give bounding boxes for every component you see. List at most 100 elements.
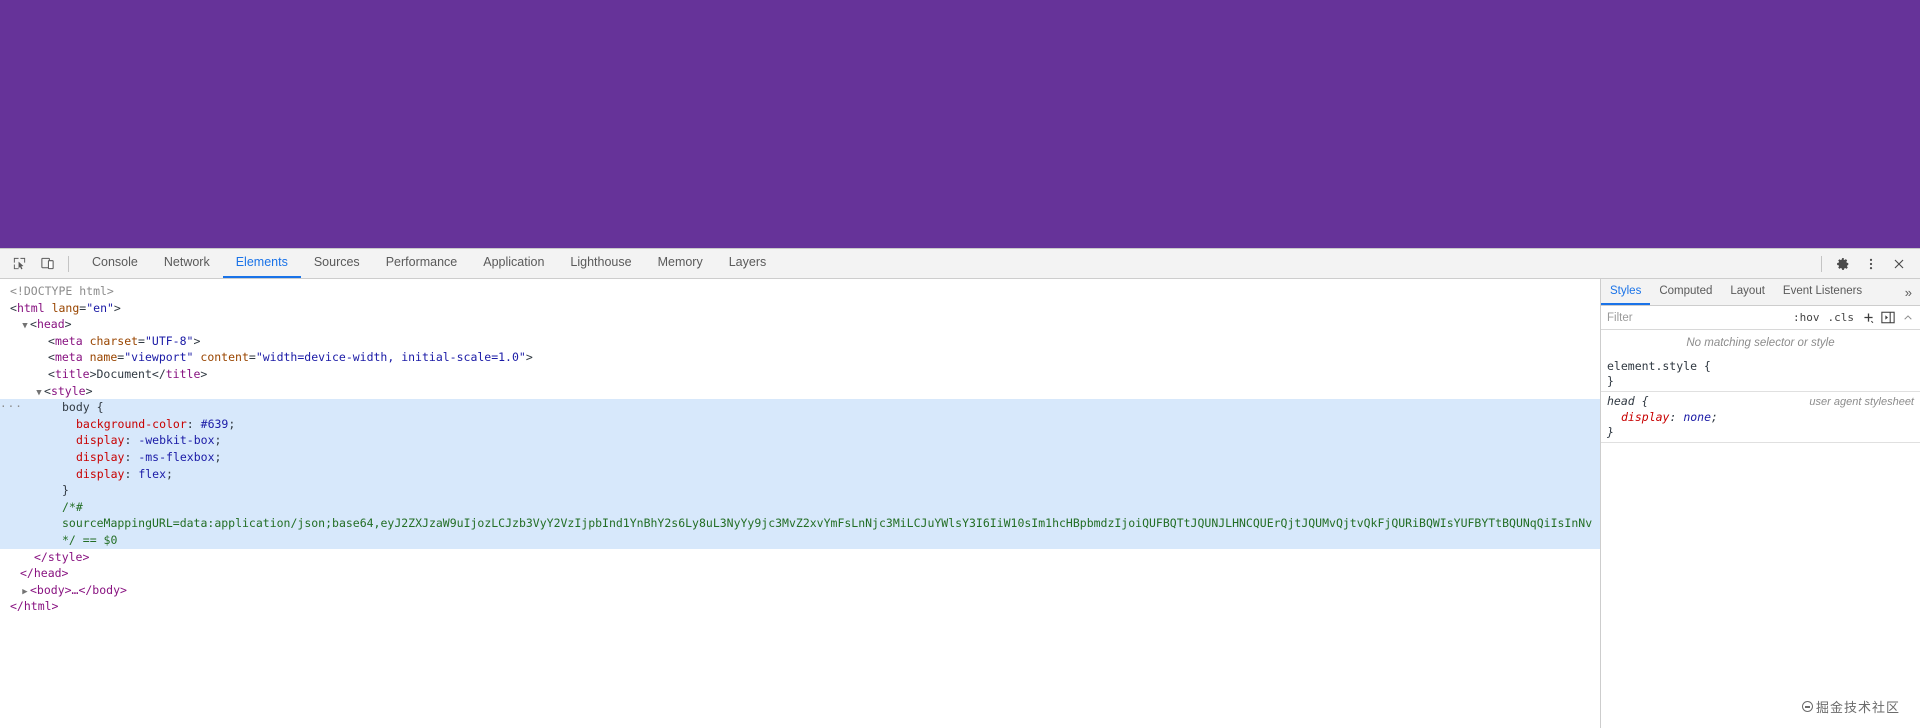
close-icon[interactable] (1886, 251, 1912, 277)
page-viewport (0, 0, 1920, 248)
dom-node-head[interactable]: ▼ <head> (0, 316, 1600, 333)
toggle-sidebar-icon[interactable] (1880, 310, 1896, 326)
style-tag-name: style (50, 383, 86, 398)
css-selector: body { (62, 400, 104, 415)
inspect-element-icon[interactable] (6, 251, 32, 277)
styles-tab-list: Styles Computed Layout Event Listeners » (1601, 279, 1920, 306)
css-comment-open: /*# (0, 498, 1600, 516)
more-options-icon[interactable] (1858, 251, 1884, 277)
tab-lighthouse[interactable]: Lighthouse (557, 249, 644, 278)
css-declaration-display-webkit-box: display: -webkit-box; (0, 432, 1600, 449)
dom-node-doctype[interactable]: <!DOCTYPE html> (0, 283, 1600, 300)
dom-node-style[interactable]: ▼ <style> (0, 383, 1600, 400)
name-value: "viewport" (124, 350, 194, 365)
toolbar-divider (68, 255, 69, 272)
html-lang-value: "en" (86, 300, 114, 315)
dom-tree[interactable]: <!DOCTYPE html> <html lang="en"> ▼ <head>… (0, 279, 1600, 728)
tab-elements[interactable]: Elements (222, 249, 301, 278)
devtools-toolbar-left (0, 249, 79, 278)
devtools-panel: Console Network Elements Sources Perform… (0, 248, 1920, 728)
meta-tag-name: meta (54, 350, 83, 365)
rule-close-brace: } (1607, 425, 1614, 439)
tab-computed[interactable]: Computed (1650, 279, 1721, 305)
tab-label: Application (483, 255, 545, 270)
tab-network[interactable]: Network (151, 249, 223, 278)
tab-label: Elements (235, 255, 288, 270)
styles-rules-list[interactable]: No matching selector or style element.st… (1601, 330, 1920, 728)
tab-console[interactable]: Console (79, 249, 151, 278)
style-rule-head-ua[interactable]: head { user agent stylesheet display: no… (1601, 392, 1920, 443)
watermark: 掘金技术社区 (1801, 697, 1900, 716)
dom-node-html-close[interactable]: </html> (0, 598, 1600, 615)
more-tabs-icon[interactable]: » (1897, 279, 1920, 305)
device-toolbar-icon[interactable] (34, 251, 60, 277)
rule-selector[interactable]: element.style { (1607, 359, 1711, 374)
rule-selector[interactable]: head { (1607, 394, 1649, 409)
devtools-tab-list: Console Network Elements Sources Perform… (79, 249, 779, 278)
close-style-tag: </style> (34, 549, 90, 564)
dom-node-title[interactable]: <title>Document</title> (0, 366, 1600, 383)
dom-node-head-close[interactable]: </head> (0, 565, 1600, 582)
tab-sources[interactable]: Sources (301, 249, 373, 278)
dom-node-body[interactable]: ▶ <body>…</body> (0, 582, 1600, 599)
close-head-tag: </head> (20, 566, 69, 581)
devtools-toolbar: Console Network Elements Sources Perform… (0, 249, 1920, 279)
rule-declaration[interactable]: display: none; (1607, 410, 1920, 425)
style-rule-element-style[interactable]: element.style { } (1601, 357, 1920, 392)
css-value: #639 (200, 416, 229, 431)
css-declaration-background-color: background-color: #639; (0, 415, 1600, 433)
dom-node-meta-charset[interactable]: <meta charset="UTF-8"> (0, 333, 1600, 350)
dom-node-html[interactable]: <html lang="en"> (0, 300, 1600, 317)
css-declaration-display-flex: display: flex; (0, 465, 1600, 483)
tab-label: Styles (1610, 285, 1642, 297)
tab-event-listeners[interactable]: Event Listeners (1774, 279, 1871, 305)
styles-sidebar: Styles Computed Layout Event Listeners »… (1600, 279, 1920, 728)
content-attr: content (200, 350, 249, 365)
rule-header: element.style { (1607, 359, 1920, 374)
tab-layers[interactable]: Layers (716, 249, 780, 278)
watermark-text: 掘金技术社区 (1815, 701, 1900, 716)
title-tag-name-close: title (165, 366, 201, 381)
tab-styles[interactable]: Styles (1601, 279, 1651, 305)
gear-icon[interactable] (1830, 251, 1856, 277)
dom-node-meta-viewport[interactable]: <meta name="viewport" content="width=dev… (0, 349, 1600, 366)
doctype-text: <!DOCTYPE html> (10, 284, 114, 298)
html-tag-name: html (16, 300, 45, 315)
tab-label: Memory (657, 255, 703, 270)
styles-filter-row: :hov .cls (1601, 306, 1920, 330)
filter-input[interactable] (1607, 311, 1787, 324)
plus-icon[interactable] (1860, 310, 1876, 326)
css-comment-close: */ == $0 (0, 531, 1600, 549)
tab-label: Performance (385, 255, 458, 270)
tab-performance[interactable]: Performance (373, 249, 471, 278)
meta-tag-name: meta (54, 333, 83, 348)
cls-toggle-button[interactable]: .cls (1826, 310, 1857, 325)
css-value: flex (138, 466, 167, 481)
tab-label: Lighthouse (570, 255, 632, 270)
comment-open-text: /*# (62, 499, 83, 514)
name-attr: name (89, 350, 118, 365)
tab-label: Event Listeners (1782, 285, 1863, 297)
tab-application[interactable]: Application (470, 249, 557, 278)
title-text: Document (96, 366, 152, 381)
chevron-up-icon[interactable] (1900, 310, 1916, 326)
dom-node-style-text[interactable]: ··· body { (0, 399, 1600, 416)
declaration-semicolon: ; (1711, 410, 1718, 424)
dom-node-style-close[interactable]: </style> (0, 549, 1600, 566)
no-matching-selector-text: No matching selector or style (1686, 337, 1835, 349)
tab-label: Layout (1730, 285, 1765, 297)
ellipsis-marker[interactable]: ··· (0, 399, 23, 416)
tab-layout[interactable]: Layout (1721, 279, 1774, 305)
rule-close-brace: } (1607, 374, 1614, 388)
rule-header: head { user agent stylesheet (1607, 394, 1920, 410)
charset-value: "UTF-8" (144, 333, 194, 348)
hov-toggle-button[interactable]: :hov (1791, 310, 1822, 325)
tab-memory[interactable]: Memory (645, 249, 716, 278)
declaration-property: display (1621, 410, 1670, 424)
tab-label: Layers (728, 255, 767, 270)
watermark-logo-icon (1801, 701, 1813, 712)
tab-label: Network (163, 255, 210, 270)
toolbar-divider-right (1821, 255, 1822, 272)
devtools-main: <!DOCTYPE html> <html lang="en"> ▼ <head>… (0, 279, 1920, 728)
css-declaration-display-ms-flexbox: display: -ms-flexbox; (0, 448, 1600, 466)
